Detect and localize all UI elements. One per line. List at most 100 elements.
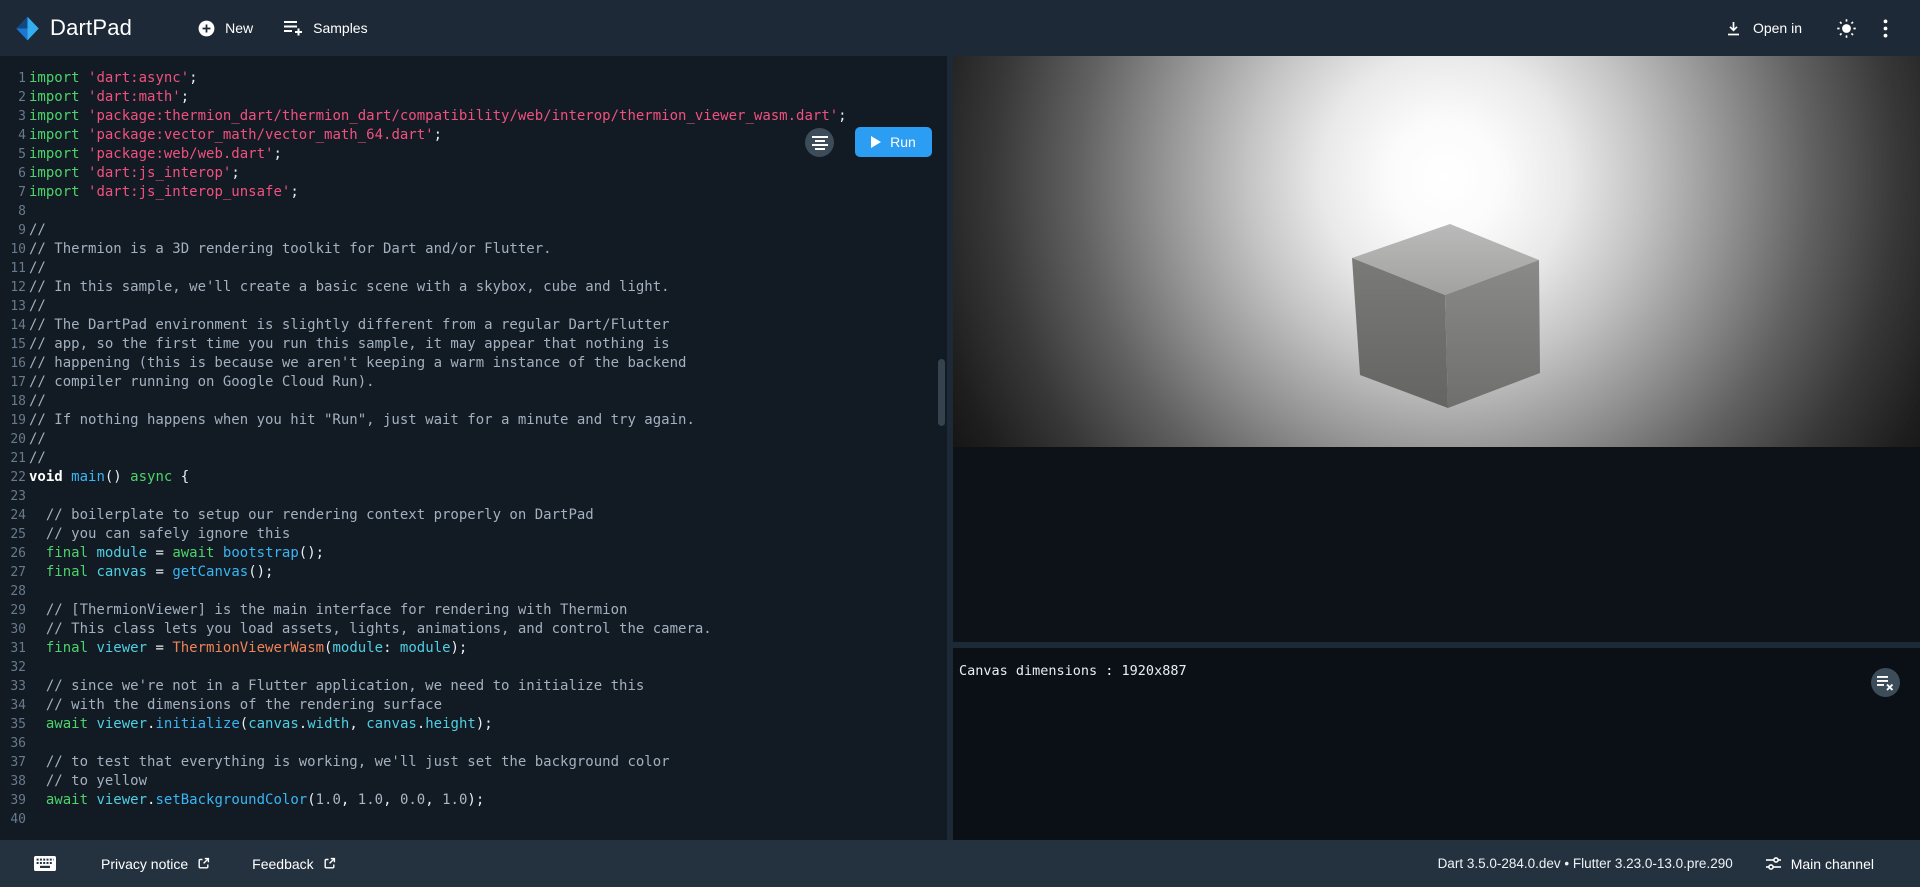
line-number: 32 (0, 658, 26, 677)
code-text: import 'dart:js_interop'; (26, 164, 240, 183)
code-line: 13// (0, 297, 947, 316)
code-line: 23 (0, 487, 947, 506)
code-text: import 'package:vector_math/vector_math_… (26, 126, 442, 145)
code-line: 32 (0, 658, 947, 677)
code-text: // The DartPad environment is slightly d… (26, 316, 670, 335)
code-text: // to yellow (26, 772, 147, 791)
code-line: 2import 'dart:math'; (0, 88, 947, 107)
code-line: 15// app, so the first time you run this… (0, 335, 947, 354)
external-link-icon (323, 857, 336, 870)
line-number: 40 (0, 810, 26, 829)
code-line: 22void main() async { (0, 468, 947, 487)
code-text: // boilerplate to setup our rendering co… (26, 506, 594, 525)
clear-console-button[interactable] (1871, 668, 1900, 697)
render-canvas[interactable] (953, 56, 1920, 447)
code-line: 11// (0, 259, 947, 278)
feedback-link[interactable]: Feedback (252, 856, 335, 872)
code-text: // (26, 430, 46, 449)
code-text: // (26, 221, 46, 240)
code-text: import 'dart:math'; (26, 88, 189, 107)
tune-icon (1765, 855, 1782, 872)
run-button[interactable]: Run (855, 127, 932, 157)
line-number: 5 (0, 145, 26, 164)
code-text (26, 582, 29, 601)
line-number: 33 (0, 677, 26, 696)
plus-circle-icon (197, 19, 216, 38)
line-number: 24 (0, 506, 26, 525)
line-number: 11 (0, 259, 26, 278)
cube-3d (1348, 220, 1544, 412)
console-output: Canvas dimensions : 1920x887 (953, 648, 1920, 679)
code-line: 36 (0, 734, 947, 753)
code-text: import 'dart:async'; (26, 69, 198, 88)
run-button-label: Run (890, 134, 916, 150)
version-info: Dart 3.5.0-284.0.dev • Flutter 3.23.0-13… (1438, 856, 1733, 871)
line-number: 23 (0, 487, 26, 506)
code-line: 34 // with the dimensions of the renderi… (0, 696, 947, 715)
code-text: // to test that everything is working, w… (26, 753, 670, 772)
code-line: 20// (0, 430, 947, 449)
code-text: await viewer.initialize(canvas.width, ca… (26, 715, 493, 734)
console-panel: Canvas dimensions : 1920x887 (953, 648, 1920, 840)
line-number: 18 (0, 392, 26, 411)
channel-selector-button[interactable]: Main channel (1765, 855, 1874, 872)
code-line: 37 // to test that everything is working… (0, 753, 947, 772)
code-line: 39 await viewer.setBackgroundColor(1.0, … (0, 791, 947, 810)
line-number: 14 (0, 316, 26, 335)
code-line: 9// (0, 221, 947, 240)
feedback-label: Feedback (252, 856, 313, 872)
code-lines: 1import 'dart:async';2import 'dart:math'… (0, 69, 947, 829)
line-number: 15 (0, 335, 26, 354)
code-text: import 'dart:js_interop_unsafe'; (26, 183, 299, 202)
code-text (26, 810, 29, 829)
new-button[interactable]: New (197, 19, 253, 38)
open-in-button[interactable]: Open in (1725, 20, 1802, 37)
line-number: 36 (0, 734, 26, 753)
code-line: 38 // to yellow (0, 772, 947, 791)
privacy-notice-label: Privacy notice (101, 856, 188, 872)
code-text: await viewer.setBackgroundColor(1.0, 1.0… (26, 791, 484, 810)
line-number: 39 (0, 791, 26, 810)
code-text: // happening (this is because we aren't … (26, 354, 686, 373)
dartpad-logo-icon (14, 15, 41, 42)
code-line: 12// In this sample, we'll create a basi… (0, 278, 947, 297)
output-panel: Canvas dimensions : 1920x887 (953, 56, 1920, 840)
keyboard-shortcuts-button[interactable] (34, 856, 56, 871)
code-line: 17// compiler running on Google Cloud Ru… (0, 373, 947, 392)
line-number: 21 (0, 449, 26, 468)
code-line: 40 (0, 810, 947, 829)
code-line: 19// If nothing happens when you hit "Ru… (0, 411, 947, 430)
code-line: 5import 'package:web/web.dart'; (0, 145, 947, 164)
code-line: 31 final viewer = ThermionViewerWasm(mod… (0, 639, 947, 658)
code-text: final viewer = ThermionViewerWasm(module… (26, 639, 467, 658)
privacy-notice-link[interactable]: Privacy notice (101, 856, 210, 872)
line-number: 6 (0, 164, 26, 183)
code-text: // app, so the first time you run this s… (26, 335, 670, 354)
samples-button[interactable]: Samples (284, 19, 367, 37)
code-text: // This class lets you load assets, ligh… (26, 620, 712, 639)
code-line: 10// Thermion is a 3D rendering toolkit … (0, 240, 947, 259)
line-number: 1 (0, 69, 26, 88)
code-text: final canvas = getCanvas(); (26, 563, 273, 582)
editor-scrollbar[interactable] (938, 359, 945, 426)
code-line: 29 // [ThermionViewer] is the main inter… (0, 601, 947, 620)
samples-button-label: Samples (313, 20, 367, 36)
line-number: 3 (0, 107, 26, 126)
brightness-icon (1836, 18, 1857, 39)
code-text: // If nothing happens when you hit "Run"… (26, 411, 695, 430)
code-text: // compiler running on Google Cloud Run)… (26, 373, 375, 392)
code-line: 24 // boilerplate to setup our rendering… (0, 506, 947, 525)
line-number: 10 (0, 240, 26, 259)
code-editor[interactable]: 1import 'dart:async';2import 'dart:math'… (0, 56, 947, 840)
theme-toggle-button[interactable] (1836, 18, 1857, 39)
line-number: 31 (0, 639, 26, 658)
overflow-menu-button[interactable] (1883, 19, 1888, 38)
code-line: 16// happening (this is because we aren'… (0, 354, 947, 373)
line-number: 7 (0, 183, 26, 202)
format-align-icon (812, 136, 828, 150)
code-line: 7import 'dart:js_interop_unsafe'; (0, 183, 947, 202)
format-button[interactable] (805, 128, 834, 157)
code-text: final module = await bootstrap(); (26, 544, 324, 563)
line-number: 38 (0, 772, 26, 791)
dartpad-app: DartPad New Samples (0, 0, 1920, 887)
